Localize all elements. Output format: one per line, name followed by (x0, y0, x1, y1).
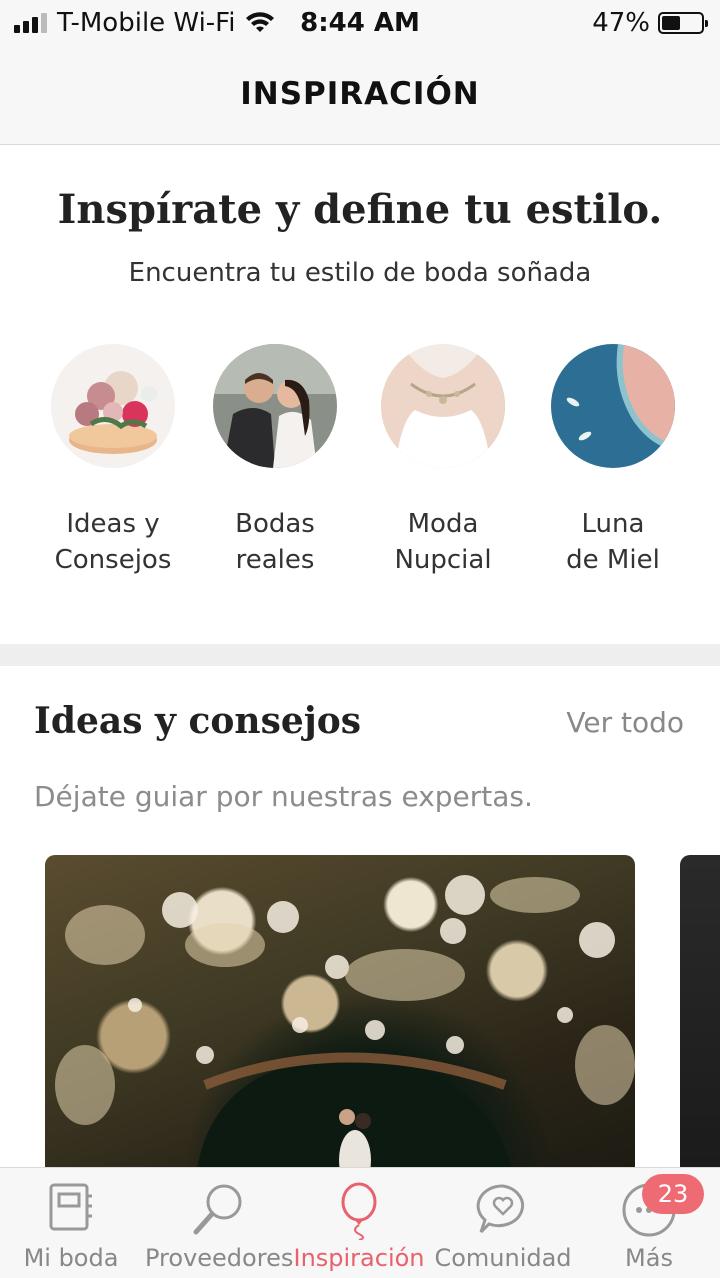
tab-label: Comunidad (434, 1244, 572, 1272)
planner-book-icon (49, 1183, 92, 1231)
tab-label: Inspiración (293, 1244, 425, 1272)
article-card-next[interactable] (680, 855, 720, 1185)
tab-mi-boda[interactable]: Mi boda (0, 1168, 142, 1278)
article-card-image (55, 875, 635, 1185)
hero-title: Inspírate y define tu estilo. (57, 186, 663, 233)
notification-badge: 23 (642, 1174, 704, 1214)
tab-label: Proveedores (145, 1244, 294, 1272)
chat-heart-icon (476, 1184, 525, 1234)
see-all-link[interactable]: Ver todo (566, 706, 684, 739)
battery-icon (658, 12, 708, 34)
tab-bar: Mi boda Proveedores Inspiración Comunida… (0, 1167, 720, 1278)
category-ideas-consejos[interactable]: Ideas y Consejos (38, 344, 188, 578)
category-luna-de-miel[interactable]: Luna de Miel (538, 344, 688, 578)
category-image-flowers (51, 344, 175, 468)
navigation-bar: INSPIRACIÓN (0, 48, 720, 145)
category-label-line2: Consejos (54, 545, 172, 575)
status-bar: T-Mobile Wi-Fi 8:44 AM 47% (0, 0, 720, 48)
category-bodas-reales[interactable]: Bodas reales (200, 344, 350, 578)
category-moda-nupcial[interactable]: Moda Nupcial (368, 344, 518, 578)
section-separator (0, 644, 720, 666)
magnifier-icon (193, 1184, 242, 1235)
category-image-couple (213, 344, 337, 468)
category-label-line2: Nupcial (394, 545, 492, 575)
tab-label: Más (625, 1244, 673, 1272)
battery-fill (662, 16, 680, 30)
category-label-line2: de Miel (566, 545, 660, 575)
hero-subtitle: Encuentra tu estilo de boda soñada (128, 258, 592, 288)
category-label-line1: Moda (407, 509, 479, 539)
balloon-icon (341, 1182, 377, 1240)
category-image-dress (381, 344, 505, 468)
category-image-beach (551, 344, 675, 468)
category-label-line1: Luna (581, 509, 645, 539)
category-label-line2: reales (235, 545, 315, 575)
tab-proveedores[interactable]: Proveedores (145, 1168, 294, 1278)
tab-inspiracion[interactable]: Inspiración (292, 1168, 426, 1278)
section-title: Ideas y consejos (34, 700, 362, 742)
article-card[interactable] (45, 855, 635, 1185)
tab-comunidad[interactable]: Comunidad (432, 1168, 574, 1278)
tab-label: Mi boda (23, 1244, 119, 1272)
page-title: INSPIRACIÓN (240, 76, 480, 112)
category-label-line1: Ideas y (66, 509, 160, 539)
section-subtitle: Déjate guiar por nuestras expertas. (34, 780, 533, 813)
battery-percent: 47% (592, 8, 650, 38)
category-label-line1: Bodas (235, 509, 315, 539)
status-right: 47% (592, 8, 708, 38)
